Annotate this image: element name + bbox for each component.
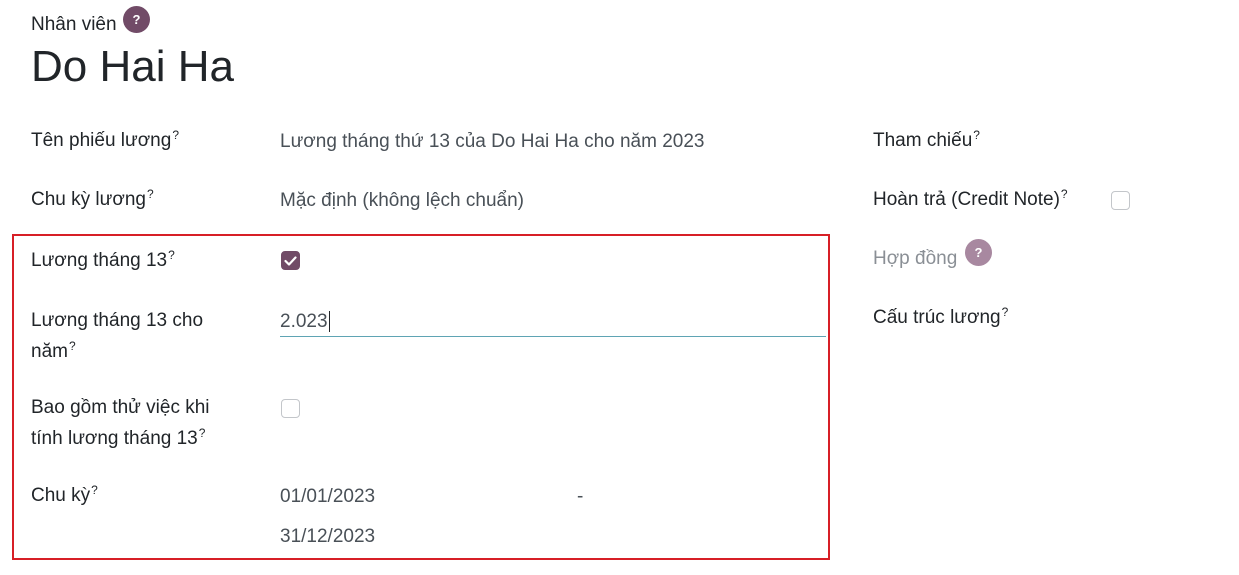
payslip-name-value[interactable]: Lương tháng thứ 13 của Do Hai Ha cho năm… — [280, 126, 705, 157]
employee-label: Nhân viên — [31, 14, 117, 35]
pay-period-label: Chu kỳ lương? — [31, 184, 154, 215]
salary-structure-help[interactable]: ? — [1002, 305, 1009, 319]
reference-label: Tham chiếu? — [873, 125, 980, 156]
payslip-name-label: Tên phiếu lương? — [31, 125, 179, 156]
salary-structure-label: Cấu trúc lương? — [873, 302, 1008, 333]
highlight-box — [12, 234, 830, 560]
credit-note-help[interactable]: ? — [1061, 187, 1068, 201]
payslip-name-help[interactable]: ? — [172, 128, 179, 142]
pay-period-label-text: Chu kỳ lương — [31, 189, 146, 210]
credit-note-label-text: Hoàn trả (Credit Note) — [873, 189, 1060, 210]
employee-help-icon[interactable]: ? — [123, 6, 150, 33]
credit-note-checkbox[interactable] — [1111, 191, 1130, 210]
pay-period-value[interactable]: Mặc định (không lệch chuẩn) — [280, 185, 524, 216]
salary-structure-label-text: Cấu trúc lương — [873, 307, 1001, 328]
contract-help-icon[interactable]: ? — [965, 239, 992, 266]
payslip-form: Nhân viên ? Do Hai Ha Tên phiếu lương? L… — [0, 0, 1239, 575]
payslip-name-label-text: Tên phiếu lương — [31, 130, 172, 151]
pay-period-help[interactable]: ? — [147, 187, 154, 201]
reference-help[interactable]: ? — [973, 128, 980, 142]
reference-label-text: Tham chiếu — [873, 130, 973, 151]
credit-note-label: Hoàn trả (Credit Note)? — [873, 184, 1068, 215]
contract-label: Hợp đồng — [873, 248, 958, 269]
employee-name[interactable]: Do Hai Ha — [31, 42, 234, 92]
